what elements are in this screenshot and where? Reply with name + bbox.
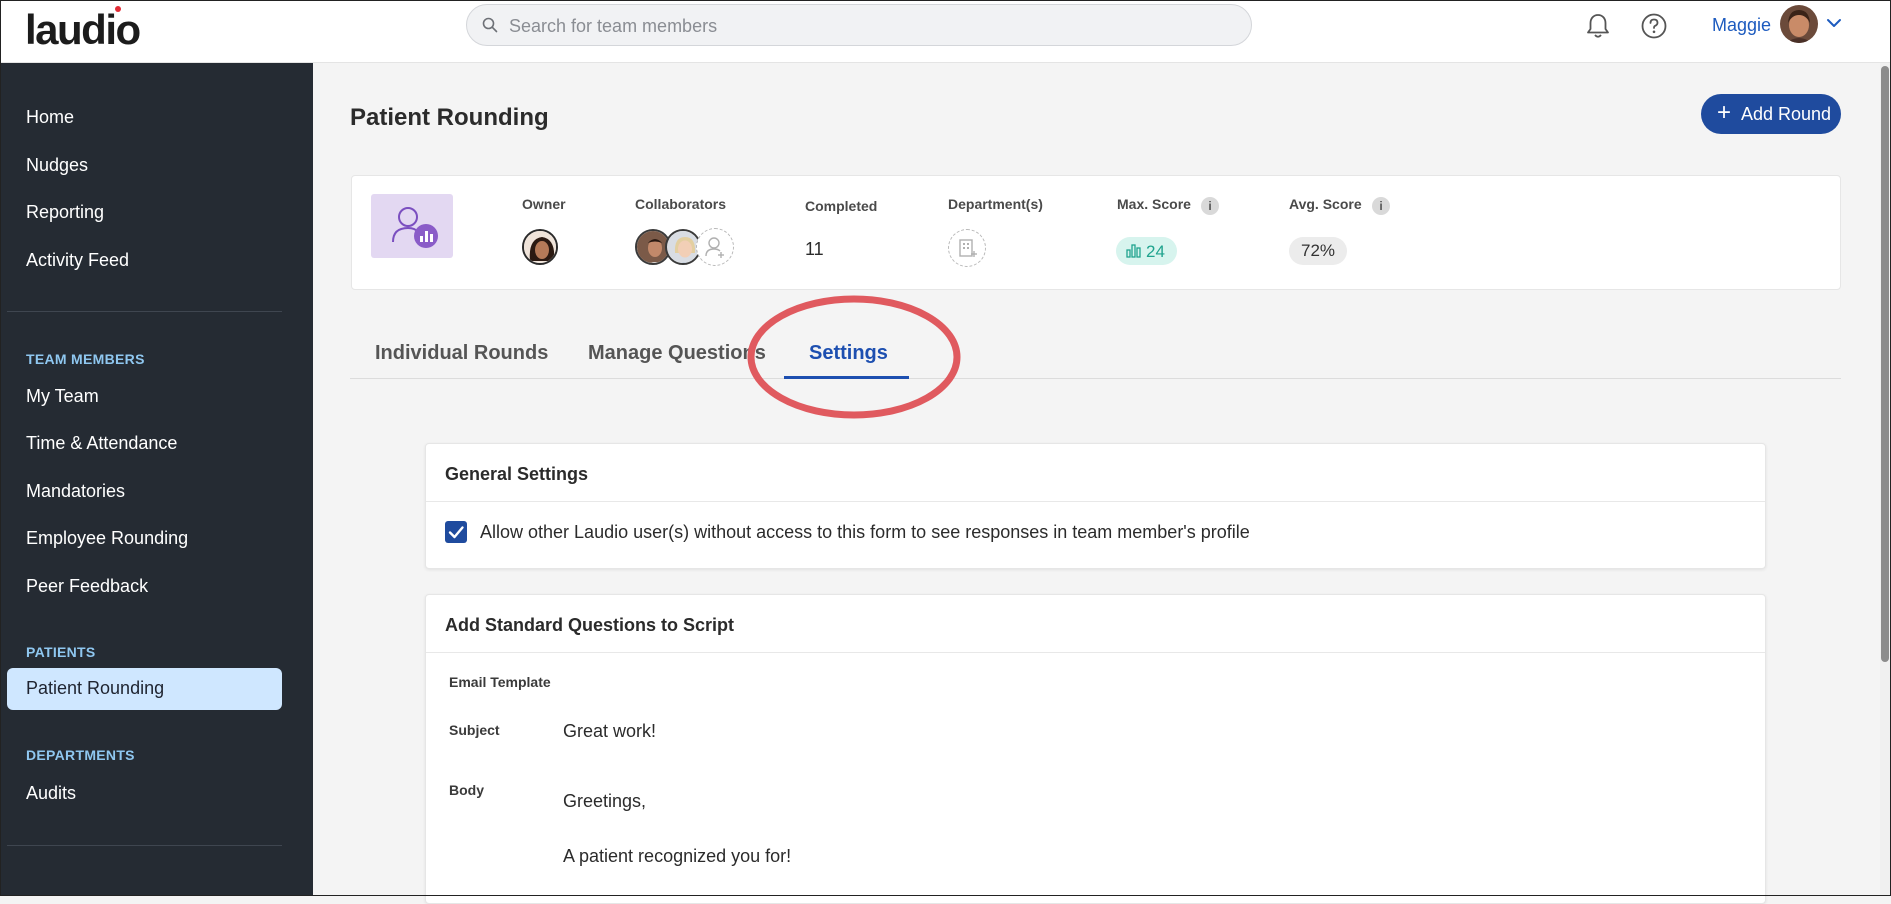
add-round-button[interactable]: + Add Round xyxy=(1701,94,1841,134)
max-score-badge: 24 xyxy=(1116,237,1177,265)
search-icon xyxy=(482,17,498,33)
sidebar-section-patients: PATIENTS xyxy=(26,644,96,660)
body-label: Body xyxy=(449,782,484,798)
avg-score-badge: 72% xyxy=(1289,237,1347,265)
sidebar-item-home[interactable]: Home xyxy=(26,106,74,128)
patient-rounding-icon xyxy=(371,194,453,258)
active-tab-indicator xyxy=(784,376,909,379)
chevron-down-icon[interactable] xyxy=(1826,17,1842,29)
add-collaborator-icon[interactable] xyxy=(696,228,734,266)
user-name[interactable]: Maggie xyxy=(1712,15,1771,36)
sidebar-item-label: Patient Rounding xyxy=(26,678,165,698)
general-settings-card: General Settings Allow other Laudio user… xyxy=(425,443,1766,569)
plus-icon: + xyxy=(1717,99,1732,126)
bell-icon[interactable] xyxy=(1585,12,1611,40)
laudio-logo[interactable]: laudio xyxy=(25,4,141,56)
info-icon[interactable]: i xyxy=(1201,197,1219,215)
checkbox-label[interactable]: Allow other Laudio user(s) without acces… xyxy=(480,522,1250,543)
sidebar-section-departments: DEPARTMENTS xyxy=(26,747,135,763)
top-bar: laudio Maggie xyxy=(0,0,1891,63)
add-department-icon[interactable] xyxy=(948,229,986,267)
card-title: General Settings xyxy=(445,464,589,484)
sidebar-item-employee-rounding[interactable]: Employee Rounding xyxy=(26,527,188,549)
sidebar-item-my-team[interactable]: My Team xyxy=(26,385,99,407)
tab-manage-questions[interactable]: Manage Questions xyxy=(588,342,766,365)
allow-responses-checkbox[interactable] xyxy=(445,521,467,543)
sidebar: Home Nudges Reporting Activity Feed TEAM… xyxy=(0,63,313,896)
sidebar-item-mandatories[interactable]: Mandatories xyxy=(26,480,125,502)
sidebar-item-activity-feed[interactable]: Activity Feed xyxy=(26,249,129,271)
completed-value: 11 xyxy=(805,239,824,259)
tab-settings[interactable]: Settings xyxy=(809,342,888,365)
page-title: Patient Rounding xyxy=(350,104,549,131)
body-line[interactable]: A patient recognized you for! xyxy=(563,846,791,867)
owner-label: Owner xyxy=(522,196,566,212)
card-title: Add Standard Questions to Script xyxy=(445,615,735,635)
sidebar-item-peer-feedback[interactable]: Peer Feedback xyxy=(26,575,148,597)
search-input[interactable] xyxy=(507,11,1211,41)
sidebar-divider xyxy=(7,311,282,312)
round-summary-card: Owner Collaborators Completed 11 Departm… xyxy=(351,175,1841,290)
collaborators-label: Collaborators xyxy=(635,196,727,212)
logo-dot xyxy=(115,6,121,12)
user-avatar[interactable] xyxy=(1780,5,1818,43)
sidebar-item-reporting[interactable]: Reporting xyxy=(26,201,104,223)
departments-label: Department(s) xyxy=(948,196,1043,212)
search-box[interactable] xyxy=(466,4,1252,46)
sidebar-divider xyxy=(7,845,282,846)
owner-avatar[interactable] xyxy=(522,229,558,265)
sidebar-item-time-attendance[interactable]: Time & Attendance xyxy=(26,432,177,454)
bar-chart-icon xyxy=(1126,244,1141,258)
standard-questions-card: Add Standard Questions to Script Email T… xyxy=(425,594,1766,904)
max-score-value: 24 xyxy=(1146,242,1165,261)
sidebar-section-team-members: TEAM MEMBERS xyxy=(26,351,145,367)
card-header: Add Standard Questions to Script xyxy=(426,595,1765,653)
tab-individual-rounds[interactable]: Individual Rounds xyxy=(375,342,548,365)
info-icon[interactable]: i xyxy=(1372,197,1390,215)
subject-label: Subject xyxy=(449,722,500,738)
body-line[interactable]: Greetings, xyxy=(563,791,646,812)
checkmark-icon xyxy=(448,526,464,539)
avg-score-label: Avg. Score xyxy=(1289,196,1362,212)
completed-label: Completed xyxy=(805,198,878,214)
sidebar-item-nudges[interactable]: Nudges xyxy=(26,154,88,176)
tabs-divider xyxy=(350,378,1841,379)
sidebar-item-patient-rounding[interactable]: Patient Rounding xyxy=(7,668,282,710)
max-score-label: Max. Score xyxy=(1117,196,1191,212)
email-template-label: Email Template xyxy=(449,674,551,690)
sidebar-item-audits[interactable]: Audits xyxy=(26,782,76,804)
subject-value[interactable]: Great work! xyxy=(563,721,656,742)
card-header: General Settings xyxy=(426,444,1765,502)
scrollbar-thumb[interactable] xyxy=(1881,66,1889,662)
help-circle-icon[interactable] xyxy=(1640,12,1668,40)
